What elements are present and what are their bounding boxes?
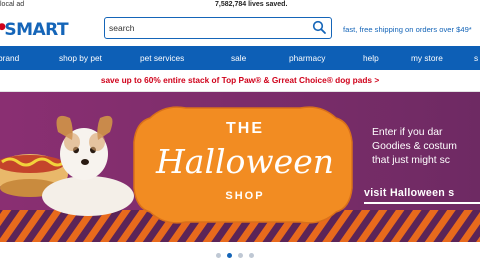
nav-item-help[interactable]: help	[363, 53, 379, 63]
free-shipping-link[interactable]: fast, free shipping on orders over $49*	[343, 25, 472, 34]
nav-item-sale[interactable]: sale	[231, 53, 246, 63]
promo-text: save up to 60% entire stack of Top Paw® …	[100, 75, 380, 85]
nav-item-brand[interactable]: brand	[0, 53, 19, 63]
search-box	[104, 17, 332, 39]
hero-title-the: THE	[226, 120, 264, 137]
carousel-indicators	[0, 242, 480, 270]
hero-title-shop: SHOP	[225, 190, 265, 202]
nav-item-truncated[interactable]: s	[474, 53, 478, 63]
search-input[interactable]	[109, 20, 299, 35]
hero-banner[interactable]: THE Halloween SHOP Enter if you dar Good…	[0, 92, 480, 242]
carousel-dot[interactable]	[249, 253, 254, 258]
logo-text: SMART	[4, 20, 69, 40]
petsmart-logo[interactable]: ●SMART	[0, 20, 69, 40]
nav-item-pharmacy[interactable]: pharmacy	[289, 53, 325, 63]
header: ●SMART fast, free shipping on orders ove…	[0, 12, 480, 46]
hero-copy: Enter if you dar Goodies & costum that j…	[372, 126, 480, 168]
logo-mark-icon: ●	[0, 22, 6, 32]
lives-saved-counter: 7,582,784 lives saved.	[215, 1, 288, 8]
hero-title-halloween: Halloween	[156, 142, 334, 181]
promo-banner[interactable]: save up to 60% entire stack of Top Paw® …	[0, 70, 480, 92]
search-icon[interactable]	[312, 20, 327, 35]
hero-copy-line: that just might sc	[372, 155, 450, 166]
visit-halloween-shop-link[interactable]: visit Halloween s	[364, 187, 454, 199]
carousel-dot[interactable]	[216, 253, 221, 258]
carousel-dot-active[interactable]	[227, 253, 232, 258]
top-strip: local ad 7,582,784 lives saved.	[0, 0, 480, 12]
hero-copy-line: Goodies & costum	[372, 141, 457, 152]
nav-item-shop-by-pet[interactable]: shop by pet	[59, 53, 102, 63]
carousel-dot[interactable]	[238, 253, 243, 258]
main-nav: brand shop by pet pet services sale phar…	[0, 46, 480, 70]
nav-item-pet-services[interactable]: pet services	[140, 53, 184, 63]
hero-copy-line: Enter if you dar	[372, 127, 443, 138]
cta-underline	[364, 202, 480, 204]
local-ad-link[interactable]: local ad	[0, 1, 24, 8]
nav-item-my-store[interactable]: my store	[411, 53, 443, 63]
